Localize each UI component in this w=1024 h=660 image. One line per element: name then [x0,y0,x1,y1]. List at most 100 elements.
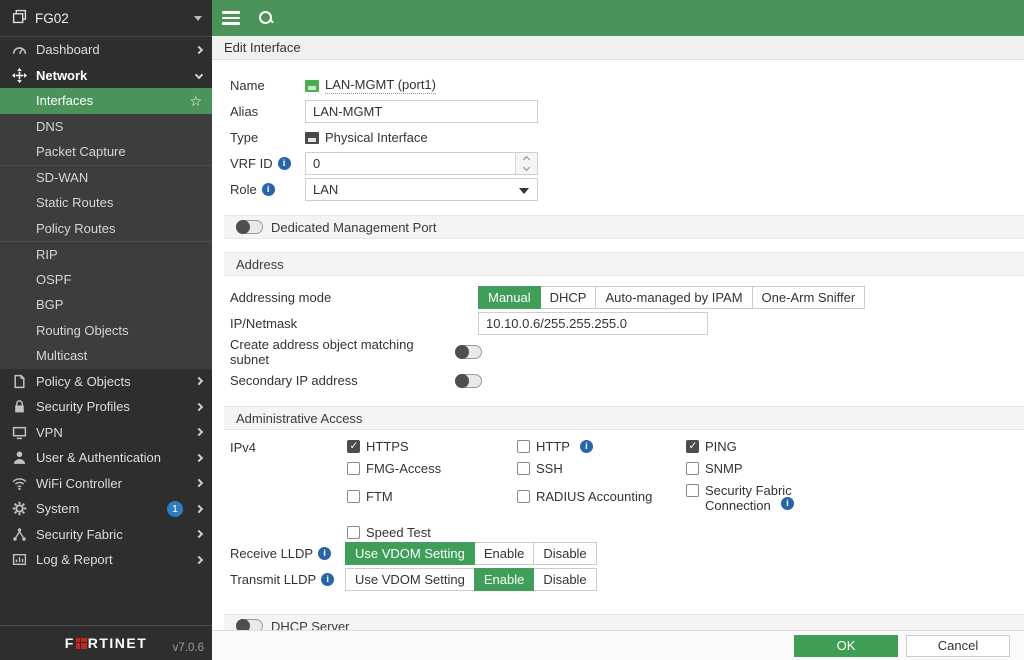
checkbox-fmg-access[interactable]: FMG-Access [347,461,517,476]
page-title: Edit Interface [212,36,1024,60]
monitor-icon [12,425,27,440]
info-icon [262,183,275,196]
form-footer: OK Cancel [212,630,1024,660]
addressing-mode-label: Addressing mode [230,290,478,305]
device-icon [12,9,27,27]
gear-icon [12,501,27,516]
secondary-ip-row: Secondary IP address [212,368,1024,393]
sidebar-item-sd-wan[interactable]: SD-WAN [0,165,212,191]
checkbox-https[interactable]: HTTPS [347,439,517,454]
sidebar-item-log-report[interactable]: Log & Report [0,547,212,573]
sidebar-item-system[interactable]: System 1 [0,496,212,522]
firmware-version: v7.0.6 [173,642,204,654]
transmit-lldp-label: Transmit LLDP [230,572,345,587]
ipv4-access-grid: HTTPS HTTP PING FMG-Access SSH SNMP FTM … [347,439,794,540]
checkbox-ssh[interactable]: SSH [517,461,686,476]
addressing-mode-ipam[interactable]: Auto-managed by IPAM [595,286,752,309]
sidebar-item-security-fabric[interactable]: Security Fabric [0,522,212,548]
ip-netmask-label: IP/Netmask [230,316,478,331]
sidebar-item-user-authentication[interactable]: User & Authentication [0,445,212,471]
create-address-object-toggle[interactable] [455,345,482,359]
type-value: Physical Interface [325,130,428,145]
sidebar-item-security-profiles[interactable]: Security Profiles [0,394,212,420]
sidebar-item-vpn[interactable]: VPN [0,420,212,446]
addressing-mode-manual[interactable]: Manual [478,286,541,309]
checkbox-icon [686,484,699,497]
role-row: Role LAN [212,177,1024,202]
dedicated-management-port-toggle[interactable] [236,220,263,234]
ip-netmask-input[interactable] [478,312,708,335]
checkbox-http[interactable]: HTTP [517,439,686,454]
sidebar-item-dns[interactable]: DNS [0,114,212,140]
sidebar-item-interfaces[interactable]: Interfaces [0,88,212,114]
checkbox-icon [686,440,699,453]
favorite-star-icon[interactable] [189,94,202,108]
checkbox-ping[interactable]: PING [686,439,794,454]
transmit-lldp-row: Transmit LLDP Use VDOM Setting Enable Di… [212,567,1024,592]
ok-button[interactable]: OK [794,635,898,657]
addressing-mode-row: Addressing mode Manual DHCP Auto-managed… [212,285,1024,310]
sidebar-item-wifi-controller[interactable]: WiFi Controller [0,471,212,497]
chevron-right-icon [195,479,203,487]
sidebar-item-rip[interactable]: RIP [0,241,212,267]
sidebar-item-multicast[interactable]: Multicast [0,343,212,369]
sidebar-item-ospf[interactable]: OSPF [0,267,212,293]
vrf-input[interactable] [305,152,538,175]
interface-port-icon [305,80,319,92]
vrf-label: VRF ID [230,156,305,171]
addressing-mode-dhcp[interactable]: DHCP [540,286,597,309]
cancel-button[interactable]: Cancel [906,635,1010,657]
receive-lldp-row: Receive LLDP Use VDOM Setting Enable Dis… [212,541,1024,566]
chevron-right-icon [195,46,203,54]
main-area: Edit Interface Name LAN-MGMT (port1) Ali… [212,0,1024,660]
checkbox-speed-test[interactable]: Speed Test [347,525,517,540]
ipv4-access-row: IPv4 HTTPS HTTP PING FMG-Access SSH SNMP… [212,439,1024,540]
chevron-right-icon [195,454,203,462]
menu-icon[interactable] [222,11,240,25]
dhcp-server-band: DHCP Server [224,614,1024,630]
receive-lldp-vdom[interactable]: Use VDOM Setting [345,542,475,565]
edit-interface-form: Name LAN-MGMT (port1) Alias Type Physica… [212,60,1024,630]
user-icon [12,450,27,465]
sidebar-item-policy-routes[interactable]: Policy Routes [0,216,212,242]
transmit-lldp-disable[interactable]: Disable [533,568,596,591]
transmit-lldp-enable[interactable]: Enable [474,568,534,591]
checkbox-snmp[interactable]: SNMP [686,461,794,476]
sidebar-nav: Dashboard Network Interfaces DNS Packet … [0,37,212,625]
sidebar-item-routing-objects[interactable]: Routing Objects [0,318,212,344]
dedicated-management-port-band: Dedicated Management Port [224,215,1024,239]
dedicated-management-port-label: Dedicated Management Port [271,220,436,235]
search-icon[interactable] [258,10,274,26]
dhcp-server-toggle[interactable] [236,619,263,630]
sidebar-footer: FRTINET v7.0.6 [0,625,212,660]
checkbox-icon [686,462,699,475]
sidebar-item-packet-capture[interactable]: Packet Capture [0,139,212,165]
alias-label: Alias [230,104,305,119]
bar-chart-icon [12,552,27,567]
checkbox-radius-accounting[interactable]: RADIUS Accounting [517,489,686,504]
device-name: FG02 [35,11,194,26]
number-stepper[interactable] [515,153,537,174]
sidebar-item-policy-objects[interactable]: Policy & Objects [0,369,212,395]
role-select[interactable]: LAN [305,178,538,201]
sidebar-item-bgp[interactable]: BGP [0,292,212,318]
sidebar-item-static-routes[interactable]: Static Routes [0,190,212,216]
sidebar-item-dashboard[interactable]: Dashboard [0,37,212,63]
alias-row: Alias [212,99,1024,124]
receive-lldp-disable[interactable]: Disable [533,542,596,565]
chevron-right-icon [195,403,203,411]
physical-interface-icon [305,132,319,144]
transmit-lldp-vdom[interactable]: Use VDOM Setting [345,568,475,591]
role-label: Role [230,182,305,197]
alias-input[interactable] [305,100,538,123]
device-selector[interactable]: FG02 [0,0,212,37]
addressing-mode-sniffer[interactable]: One-Arm Sniffer [752,286,866,309]
secondary-ip-toggle[interactable] [455,374,482,388]
receive-lldp-enable[interactable]: Enable [474,542,534,565]
checkbox-ftm[interactable]: FTM [347,489,517,504]
checkbox-icon [347,440,360,453]
name-value: LAN-MGMT (port1) [325,77,436,94]
checkbox-security-fabric-connection[interactable]: Security Fabric Connection [686,483,794,513]
chevron-right-icon [195,556,203,564]
sidebar-item-network[interactable]: Network [0,63,212,89]
